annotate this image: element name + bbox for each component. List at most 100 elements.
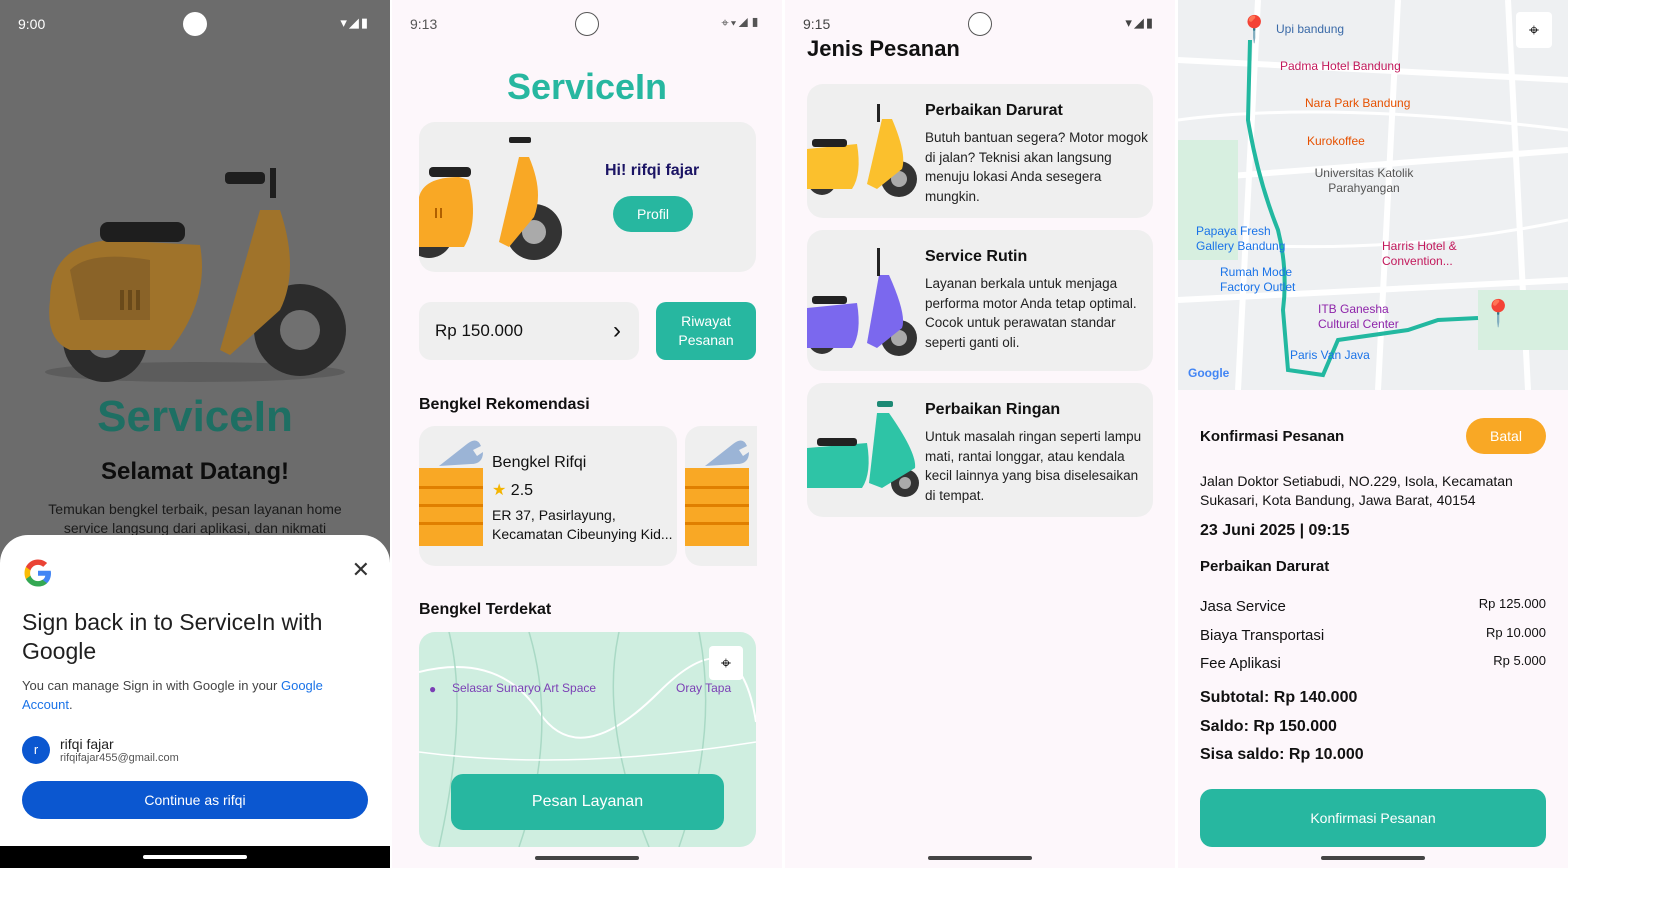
home-indicator[interactable] [535, 856, 639, 860]
service-description: Untuk masalah ringan seperti lampu mati,… [925, 429, 1142, 503]
account-name: rifqi fajar [60, 736, 114, 752]
continue-button[interactable]: Continue as rifqi [22, 781, 368, 819]
cost-label: Fee Aplikasi [1200, 655, 1281, 672]
google-icon [24, 559, 51, 587]
route-map[interactable]: 📍 📍 Upi bandung Padma Hotel Bandung Nara… [1178, 0, 1568, 390]
order-service-button[interactable]: Pesan Layanan [451, 774, 724, 830]
workshop-card[interactable]: Bengkel Rifqi ★ 2.5 ER 37, Pasirlayung, … [419, 426, 677, 566]
map-label: Oray Tapa [676, 681, 732, 695]
login-screen: 9:00 ▾◢▮ ServiceIn Selamat Datang! Temuk… [0, 0, 390, 868]
confirm-order-screen: 📍 📍 Upi bandung Padma Hotel Bandung Nara… [1178, 0, 1568, 868]
balance-card[interactable]: Rp 150.000 › [419, 302, 639, 360]
app-logo: ServiceIn [506, 66, 668, 107]
sheet-info-text: You can manage Sign in with Google in yo… [22, 678, 278, 693]
workshop-card-next[interactable] [685, 426, 757, 566]
scooter-illustration [45, 168, 346, 382]
start-pin-icon: 📍 [1238, 14, 1271, 44]
cost-label: Jasa Service [1200, 598, 1286, 615]
service-title: Perbaikan Darurat [925, 102, 1063, 119]
avatar: r [22, 736, 50, 764]
order-service: Perbaikan Darurat [1200, 558, 1330, 575]
greeting: Hi! rifqi fajar [605, 162, 700, 179]
signal-icons: ▾◢▮ [340, 15, 370, 30]
cost-label: Biaya Transportasi [1200, 627, 1325, 644]
account-email: rifqifajar455@gmail.com [60, 752, 179, 764]
sheet-info: You can manage Sign in with Google in yo… [22, 678, 323, 712]
map-label: Selasar Sunaryo Art Space [452, 681, 597, 695]
cancel-button[interactable]: Batal [1466, 418, 1546, 454]
map-label: Upi bandung [1276, 22, 1345, 36]
scooter-illustration [419, 137, 562, 260]
map-label: ITB Ganesha Cultural Center [1318, 302, 1399, 331]
service-description: Butuh bantuan segera? Motor mogok di jal… [925, 130, 1148, 204]
service-card-emergency[interactable]: Perbaikan Darurat Butuh bantuan segera? … [807, 84, 1153, 218]
service-type-screen: 9:15 ▾◢▮ Jenis Pesanan Perbaikan Darurat… [785, 0, 1175, 868]
welcome-heading: Selamat Datang! [100, 458, 290, 485]
workshop-icon [685, 440, 749, 546]
home-indicator[interactable] [143, 855, 247, 859]
cost-row: Jasa Service Rp 125.000 [1200, 596, 1546, 615]
page-title: Jenis Pesanan [807, 36, 960, 61]
home-screen: 9:13 ⌖▾◢▮ ServiceIn Hi! rifqi fajar Prof… [392, 0, 782, 868]
workshop-icon [419, 440, 483, 546]
order-datetime: 23 Juni 2025 | 09:15 [1200, 522, 1350, 539]
account-row[interactable]: r rifqi fajar rifqifajar455@gmail.com [22, 736, 368, 764]
confirm-order-button[interactable]: Konfirmasi Pesanan [1200, 789, 1546, 847]
service-description: Layanan berkala untuk menjaga performa m… [925, 276, 1137, 350]
cost-value: Rp 10.000 [1486, 625, 1546, 640]
signal-icons: ▾◢▮ [1125, 15, 1155, 30]
saldo: Saldo: Rp 150.000 [1200, 718, 1337, 735]
workshop-address: ER 37, Pasirlayung, Kecamatan Cibeunying… [492, 507, 673, 542]
home-indicator[interactable] [1321, 856, 1425, 860]
remaining-balance: Sisa saldo: Rp 10.000 [1200, 746, 1364, 763]
map-poi-icon: ● [429, 682, 437, 696]
google-logo: Google [1188, 366, 1230, 380]
scooter-teal-icon [807, 401, 919, 497]
service-card-routine[interactable]: Service Rutin Layanan berkala untuk menj… [807, 230, 1153, 371]
subtotal: Subtotal: Rp 140.000 [1200, 689, 1358, 706]
workshop-name: Bengkel Rifqi [492, 454, 587, 471]
destination-pin-icon: 📍 [1482, 298, 1515, 328]
status-time: 9:13 [410, 16, 438, 32]
section-title-recommend: Bengkel Rekomendasi [419, 396, 590, 413]
home-indicator[interactable] [928, 856, 1032, 860]
status-time: 9:00 [18, 16, 46, 32]
camera-cutout [968, 12, 992, 36]
sheet-title: Sign back in to ServiceIn with Google [22, 609, 323, 664]
close-icon[interactable]: ✕ [352, 557, 370, 583]
workshop-rating: ★ 2.5 [492, 480, 533, 500]
order-address: Jalan Doktor Setiabudi, NO.229, Isola, K… [1200, 473, 1513, 508]
cost-value: Rp 5.000 [1493, 653, 1546, 668]
confirm-title: Konfirmasi Pesanan [1200, 428, 1345, 445]
cost-value: Rp 125.000 [1478, 596, 1546, 611]
history-button[interactable]: Riwayat Pesanan [656, 302, 756, 360]
map-label: Rumah Mode Factory Outlet [1220, 265, 1296, 294]
map-label: Papaya Fresh Gallery Bandung [1196, 224, 1286, 253]
app-logo: ServiceIn [97, 392, 293, 441]
profile-card: Hi! rifqi fajar Profil [419, 122, 756, 272]
rating-value: 2.5 [510, 482, 534, 499]
map-label: Harris Hotel & Convention... [1382, 239, 1457, 268]
status-bar: 9:13 ⌖▾◢▮ [392, 0, 782, 48]
google-signin-sheet: ✕ Sign back in to ServiceIn with Google … [0, 535, 390, 846]
service-card-light[interactable]: Perbaikan Ringan Untuk masalah ringan se… [807, 383, 1153, 517]
map-label: Padma Hotel Bandung [1280, 59, 1401, 73]
scooter-yellow-icon [807, 104, 917, 197]
map-label: Kurokoffee [1307, 134, 1365, 148]
map-label: Paris Van Java [1290, 348, 1370, 362]
my-location-icon[interactable]: ⌖ [709, 646, 743, 680]
map-label: Universitas Katolik Parahyangan [1314, 166, 1414, 195]
balance-amount: Rp 150.000 [435, 321, 523, 340]
status-bar: 9:00 ▾◢▮ [0, 0, 390, 48]
chevron-right-icon: › [613, 317, 621, 344]
cost-row: Fee Aplikasi Rp 5.000 [1200, 653, 1546, 672]
cost-row: Biaya Transportasi Rp 10.000 [1200, 625, 1546, 644]
welcome-description: Temukan bengkel terbaik, pesan layanan h… [48, 501, 342, 536]
scooter-purple-icon [807, 248, 917, 356]
section-title-nearby: Bengkel Terdekat [419, 601, 552, 618]
profile-button[interactable]: Profil [613, 196, 693, 232]
camera-cutout [575, 12, 599, 36]
my-location-icon[interactable]: ⌖ [1516, 12, 1552, 48]
signal-icons: ⌖▾◢▮ [721, 15, 762, 30]
star-icon: ★ [492, 482, 507, 499]
